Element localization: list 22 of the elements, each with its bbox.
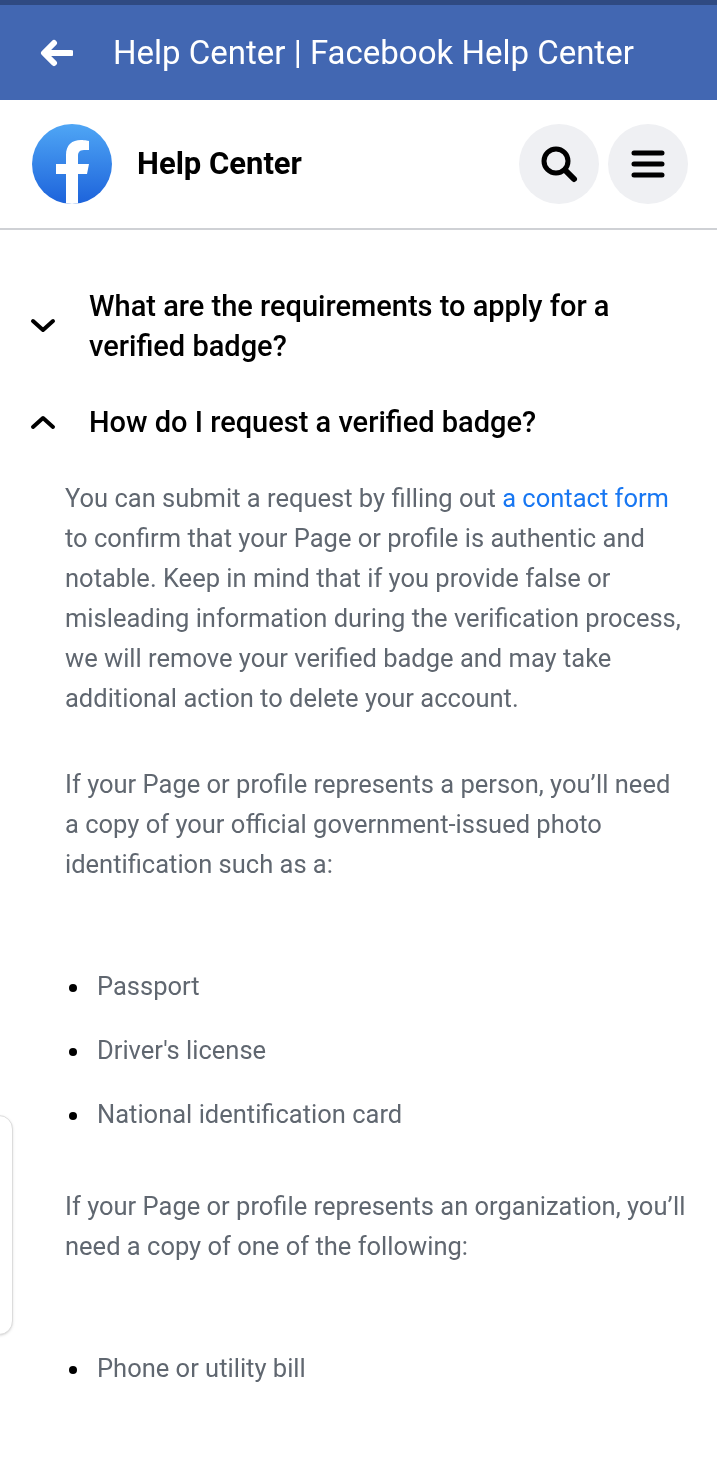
- question-heading[interactable]: What are the requirements to apply for a verified badge?: [89, 286, 687, 366]
- paragraph: You can submit a request by filling out a contact form to confirm that your Page or profile is authentic and notable. Keep in mind that if you provide false or misleading information during the verification process, we will remove your verified badge and may take additional action to delete your account.: [65, 482, 682, 715]
- list-item: Phone or utility bill: [97, 1352, 306, 1385]
- chevron-up-icon[interactable]: [30, 414, 56, 430]
- contact-form-link[interactable]: a contact form: [502, 483, 669, 513]
- search-icon: [539, 144, 579, 184]
- paragraph: If your Page or profile represents a person, you’ll need a copy of your official government-issued photo identification such as a:: [65, 768, 672, 881]
- question-heading[interactable]: How do I request a verified badge?: [89, 402, 537, 442]
- menu-icon: [631, 149, 665, 179]
- back-arrow-icon: [39, 38, 73, 67]
- chevron-down-icon[interactable]: [30, 318, 56, 334]
- list-item: National identification card: [97, 1098, 403, 1131]
- site-title: Help Center: [137, 143, 302, 184]
- logo-icon: [32, 124, 112, 204]
- bullet-icon: [69, 984, 77, 992]
- list-item: Passport: [97, 970, 200, 1003]
- bullet-icon: [69, 1112, 77, 1120]
- paragraph: If your Page or profile represents an organization, you’ll need a copy of one of the following:: [65, 1190, 687, 1263]
- bullet-icon: [69, 1048, 77, 1056]
- bullet-icon: [69, 1366, 77, 1374]
- list-item: Driver's license: [97, 1034, 267, 1067]
- page-title: Help Center | Facebook Help Center: [113, 31, 634, 74]
